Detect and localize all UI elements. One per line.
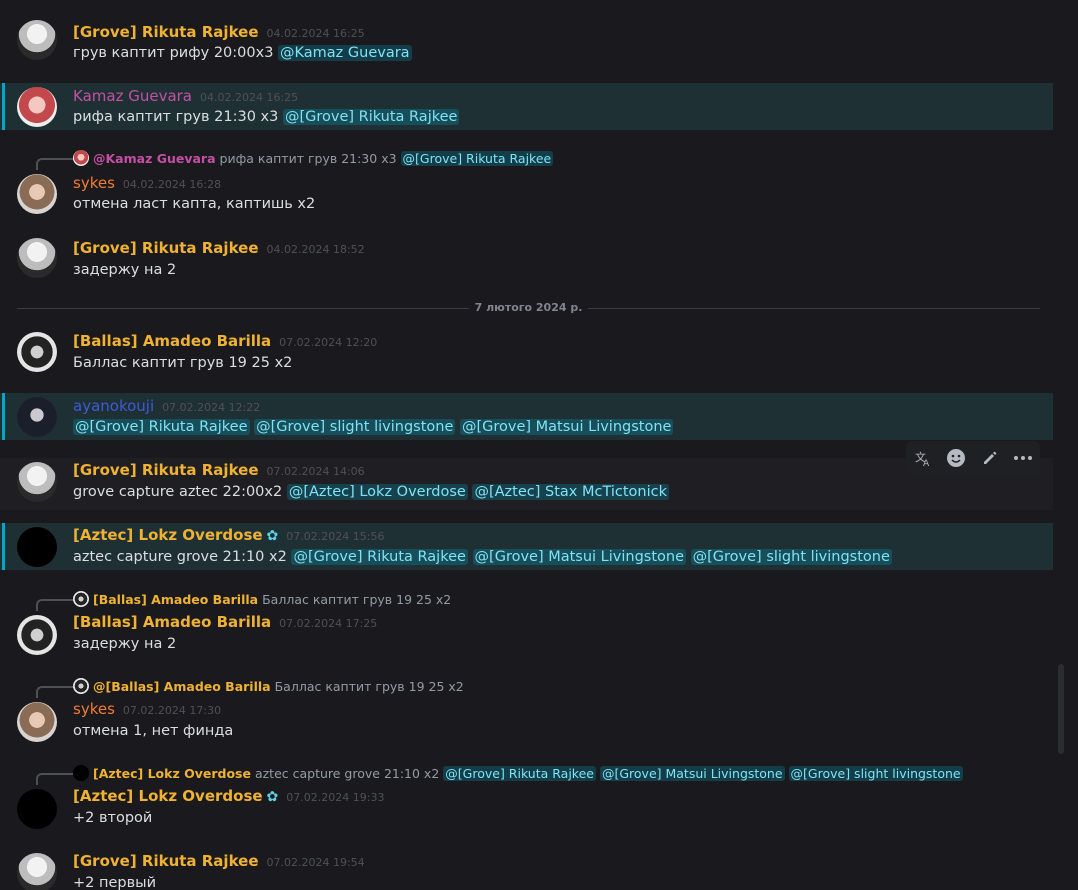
reply-avatar — [73, 150, 89, 166]
user-mention[interactable]: @[Grove] Matsui Livingstone — [472, 549, 687, 565]
message-highlighted[interactable]: ayanokouji 07.02.2024 12:22 @[Grove] Riku… — [0, 393, 1053, 440]
avatar[interactable] — [17, 238, 57, 278]
message-author[interactable]: [Ballas] Amadeo Barilla 07.02.2024 17:25 — [73, 612, 377, 634]
edit-icon[interactable] — [979, 447, 1001, 469]
avatar[interactable] — [17, 853, 57, 890]
user-mention[interactable]: @[Grove] slight livingstone — [788, 766, 963, 781]
message-author[interactable]: [Aztec] Lokz Overdose ✿ 07.02.2024 15:56 — [73, 525, 384, 547]
date-divider: 7 лютого 2024 р. — [17, 301, 1040, 314]
message-author[interactable]: [Grove] Rikuta Rajkee 04.02.2024 18:52 — [73, 238, 365, 260]
message-text: отмена ласт капта, каптишь x2 — [73, 196, 316, 212]
reply-spine — [36, 599, 74, 611]
message-timestamp: 07.02.2024 12:22 — [162, 401, 261, 414]
reply-spine — [36, 686, 74, 698]
message[interactable]: [Grove] Rikuta Rajkee 07.02.2024 19:54 +2… — [0, 846, 1053, 890]
message-author[interactable]: Kamaz Guevara 04.02.2024 16:25 — [73, 86, 298, 108]
user-mention[interactable]: @[Grove] Matsui Livingstone — [459, 419, 674, 435]
avatar[interactable] — [17, 174, 57, 214]
message-timestamp: 07.02.2024 17:25 — [279, 617, 378, 630]
message-text: грув каптит рифу 20:00x3 @Kamaz Guevara — [73, 45, 412, 61]
user-mention[interactable]: @Kamaz Guevara — [278, 45, 412, 61]
message-highlighted[interactable]: [Aztec] Lokz Overdose ✿ 07.02.2024 15:56 a… — [0, 523, 1053, 570]
message-text: отмена 1, нет финда — [73, 723, 234, 739]
avatar[interactable] — [17, 789, 57, 829]
message-author[interactable]: [Grove] Rikuta Rajkee 04.02.2024 16:25 — [73, 22, 365, 44]
avatar[interactable] — [17, 332, 57, 372]
message-text: +2 второй — [73, 810, 153, 826]
user-mention[interactable]: @[Grove] Rikuta Rajkee — [282, 109, 460, 125]
more-icon[interactable] — [1012, 447, 1034, 469]
message-timestamp: 07.02.2024 19:33 — [286, 791, 385, 804]
avatar[interactable] — [17, 397, 57, 437]
svg-text:A: A — [923, 459, 930, 467]
message-reply[interactable]: [Aztec] Lokz Overdose aztec capture grove… — [0, 763, 1053, 833]
message-timestamp: 04.02.2024 16:25 — [266, 27, 365, 40]
user-mention[interactable]: @[Grove] slight livingstone — [254, 419, 456, 435]
message-timestamp: 04.02.2024 16:25 — [200, 91, 299, 104]
message-timestamp: 04.02.2024 16:28 — [122, 178, 222, 191]
message[interactable]: [Grove] Rikuta Rajkee 04.02.2024 16:25 гр… — [0, 14, 1053, 72]
user-mention[interactable]: @[Aztec] Stax McTictonick — [472, 484, 670, 500]
message-text: задержу на 2 — [73, 262, 177, 278]
translate-icon[interactable]: 文A — [912, 447, 934, 469]
flower-badge-icon: ✿ — [266, 528, 279, 544]
reply-preview[interactable]: @[Ballas] Amadeo Barilla Баллас каптит гр… — [73, 678, 464, 696]
message-timestamp: 07.02.2024 17:30 — [122, 704, 222, 717]
emoji-icon[interactable] — [945, 447, 967, 469]
flower-badge-icon: ✿ — [266, 789, 279, 805]
message-author[interactable]: [Grove] Rikuta Rajkee 07.02.2024 19:54 — [73, 851, 365, 873]
message[interactable]: [Ballas] Amadeo Barilla 07.02.2024 12:20 … — [0, 325, 1053, 383]
message-text: @[Grove] Rikuta Rajkee @[Grove] slight l… — [73, 416, 674, 438]
message-timestamp: 07.02.2024 15:56 — [286, 530, 385, 543]
message-author[interactable]: [Aztec] Lokz Overdose ✿ 07.02.2024 19:33 — [73, 786, 384, 808]
message-timestamp: 07.02.2024 12:20 — [279, 336, 378, 349]
message-actions-toolbar: 文A — [906, 441, 1040, 475]
user-mention[interactable]: @[Grove] Rikuta Rajkee — [291, 549, 468, 565]
message-reply[interactable]: @[Ballas] Amadeo Barilla Баллас каптит гр… — [0, 676, 1053, 746]
message-timestamp: 04.02.2024 18:52 — [266, 243, 365, 256]
avatar[interactable] — [17, 462, 57, 502]
avatar[interactable] — [17, 20, 57, 60]
reply-preview[interactable]: [Ballas] Amadeo Barilla Баллас каптит гру… — [73, 591, 451, 609]
message-author[interactable]: sykes 07.02.2024 17:30 — [73, 699, 221, 721]
message-author[interactable]: [Grove] Rikuta Rajkee 07.02.2024 14:06 — [73, 460, 365, 482]
avatar[interactable] — [17, 87, 57, 127]
message-text: Баллас каптит грув 19 25 x2 — [73, 355, 293, 371]
message-reply[interactable]: [Ballas] Amadeo Barilla Баллас каптит гру… — [0, 589, 1053, 659]
message[interactable]: [Grove] Rikuta Rajkee 04.02.2024 18:52 за… — [0, 232, 1053, 290]
user-mention[interactable]: @[Grove] Matsui Livingstone — [599, 766, 785, 781]
user-mention[interactable]: @[Grove] Rikuta Rajkee — [443, 766, 596, 781]
message-text: задержу на 2 — [73, 636, 177, 652]
user-mention[interactable]: @[Grove] Rikuta Rajkee — [400, 151, 554, 166]
message-reply[interactable]: @Kamaz Guevara рифа каптит грув 21:30 x3 … — [0, 148, 1053, 218]
user-mention[interactable]: @[Grove] Rikuta Rajkee — [73, 419, 250, 435]
message-text: aztec capture grove 21:10 x2 @[Grove] Ri… — [73, 549, 892, 565]
message-hovered[interactable]: [Grove] Rikuta Rajkee 07.02.2024 14:06 gr… — [0, 458, 1053, 510]
scrollbar[interactable] — [1058, 664, 1064, 754]
message-author[interactable]: sykes 04.02.2024 16:28 — [73, 173, 221, 195]
reply-avatar — [73, 678, 89, 694]
message-text: +2 первый — [73, 875, 157, 890]
reply-avatar — [73, 591, 89, 607]
message-timestamp: 07.02.2024 14:06 — [266, 465, 365, 478]
user-mention[interactable]: @[Grove] slight livingstone — [690, 549, 892, 565]
reply-avatar — [73, 765, 89, 781]
avatar[interactable] — [17, 615, 57, 655]
avatar[interactable] — [17, 702, 57, 742]
reply-preview[interactable]: @Kamaz Guevara рифа каптит грув 21:30 x3 … — [73, 150, 554, 168]
avatar[interactable] — [17, 527, 57, 567]
reply-preview[interactable]: [Aztec] Lokz Overdose aztec capture grove… — [73, 765, 963, 783]
message-text: grove capture aztec 22:00x2 @[Aztec] Lok… — [73, 484, 670, 500]
reply-spine — [36, 158, 74, 170]
message-author[interactable]: ayanokouji 07.02.2024 12:22 — [73, 396, 260, 418]
message-text: рифа каптит грув 21:30 x3 @[Grove] Rikut… — [73, 109, 460, 125]
message-author[interactable]: [Ballas] Amadeo Barilla 07.02.2024 12:20 — [73, 331, 377, 353]
reply-spine — [36, 773, 74, 785]
user-mention[interactable]: @[Aztec] Lokz Overdose — [286, 484, 468, 500]
message-highlighted[interactable]: Kamaz Guevara 04.02.2024 16:25 рифа капти… — [0, 83, 1053, 130]
message-timestamp: 07.02.2024 19:54 — [266, 856, 365, 869]
